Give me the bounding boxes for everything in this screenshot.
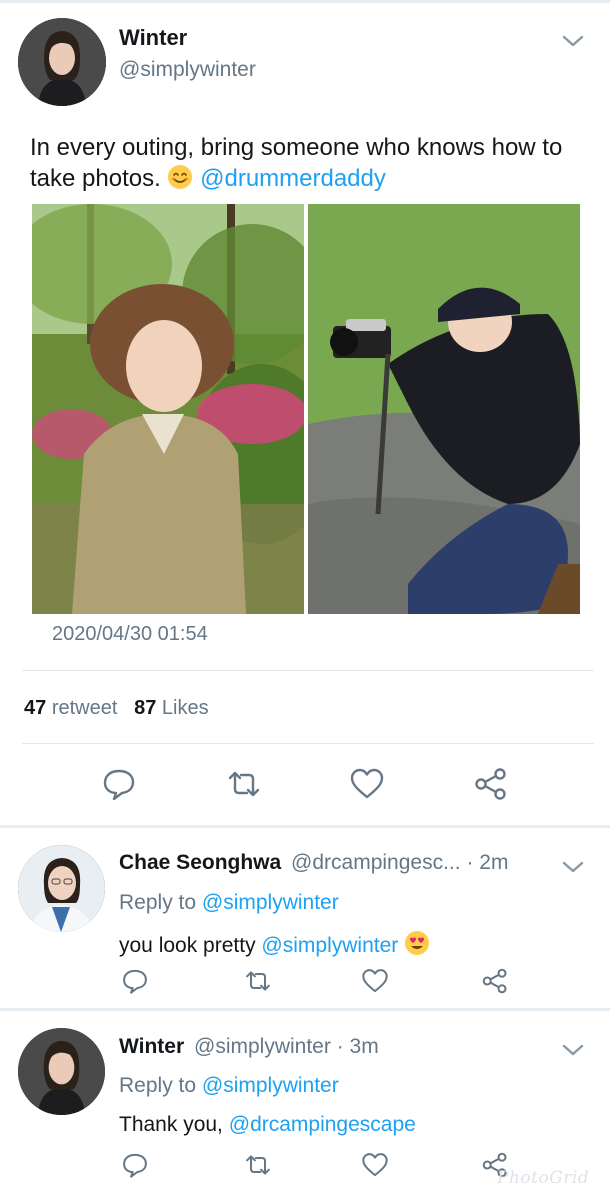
reply-to-handle[interactable]: @simplywinter	[202, 1074, 339, 1097]
reply-body: you look pretty	[119, 934, 256, 957]
divider	[22, 670, 594, 671]
reply-header: Winter @simplywinter · 3m	[119, 1035, 379, 1059]
retweet-label[interactable]: retweet	[52, 697, 118, 719]
reply-author-handle[interactable]: @drcampingesc...	[291, 851, 461, 874]
reply-header: Chae Seonghwa @drcampingesc... · 2m	[119, 851, 508, 875]
reply-avatar[interactable]	[18, 845, 105, 932]
photo-woman-in-garden[interactable]	[32, 204, 304, 614]
reply-to-line: Reply to @simplywinter	[119, 891, 339, 915]
reply-avatar[interactable]	[18, 1028, 105, 1115]
author-avatar[interactable]	[18, 18, 106, 106]
reply-mention-link[interactable]: @drcampingescape	[229, 1113, 416, 1136]
author-handle[interactable]: @simplywinter	[119, 58, 256, 82]
retweet-count[interactable]: 47	[24, 697, 46, 719]
reply-to-label: Reply to	[119, 891, 197, 914]
share-icon[interactable]	[473, 766, 509, 802]
reply-to-label: Reply to	[119, 1074, 197, 1097]
reply-author-name[interactable]: Winter	[119, 1035, 184, 1058]
reply-to-line: Reply to @simplywinter	[119, 1074, 339, 1098]
reply-text: you look pretty @simplywinter	[119, 930, 430, 958]
like-icon[interactable]	[361, 967, 389, 995]
reply-time[interactable]: · 3m	[337, 1035, 379, 1058]
reply-time[interactable]: · 2m	[466, 851, 508, 874]
reply-icon[interactable]	[121, 967, 149, 995]
reply-mention-link[interactable]: @simplywinter	[261, 934, 398, 957]
smiling-face-emoji	[168, 165, 193, 189]
reply-body: Thank you,	[119, 1113, 223, 1136]
tweet-text: In every outing, bring someone who knows…	[30, 132, 590, 194]
photogrid-watermark: PhotoGrid	[497, 1168, 590, 1188]
chevron-down-icon[interactable]	[561, 33, 585, 49]
chevron-down-icon[interactable]	[561, 1042, 585, 1058]
tweet-mention-link[interactable]: @drummerdaddy	[200, 165, 386, 192]
tweet-timestamp[interactable]: 2020/04/30 01:54	[52, 623, 208, 646]
photo-man-with-camera[interactable]	[308, 204, 580, 614]
share-icon[interactable]	[481, 967, 509, 995]
reply-tweet: Chae Seonghwa @drcampingesc... · 2m Repl…	[0, 828, 610, 1008]
like-icon[interactable]	[349, 766, 385, 802]
like-icon[interactable]	[361, 1151, 389, 1179]
tweet-photos	[32, 204, 580, 614]
reply-text: Thank you, @drcampingescape	[119, 1113, 416, 1137]
like-label[interactable]: Likes	[162, 697, 209, 719]
retweet-icon[interactable]	[226, 766, 262, 802]
author-name[interactable]: Winter	[119, 25, 187, 51]
chevron-down-icon[interactable]	[561, 859, 585, 875]
retweet-icon[interactable]	[244, 967, 272, 995]
reply-icon[interactable]	[121, 1151, 149, 1179]
main-tweet: Winter @simplywinter In every outing, br…	[0, 3, 610, 825]
retweet-icon[interactable]	[244, 1151, 272, 1179]
tweet-stats: 47 retweet 87 Likes	[24, 697, 209, 720]
heart-eyes-emoji	[405, 931, 430, 955]
divider	[22, 743, 594, 744]
reply-icon[interactable]	[101, 766, 137, 802]
reply-to-handle[interactable]: @simplywinter	[202, 891, 339, 914]
reply-author-name[interactable]: Chae Seonghwa	[119, 851, 281, 874]
like-count[interactable]: 87	[134, 697, 156, 719]
reply-author-handle[interactable]: @simplywinter	[194, 1035, 331, 1058]
